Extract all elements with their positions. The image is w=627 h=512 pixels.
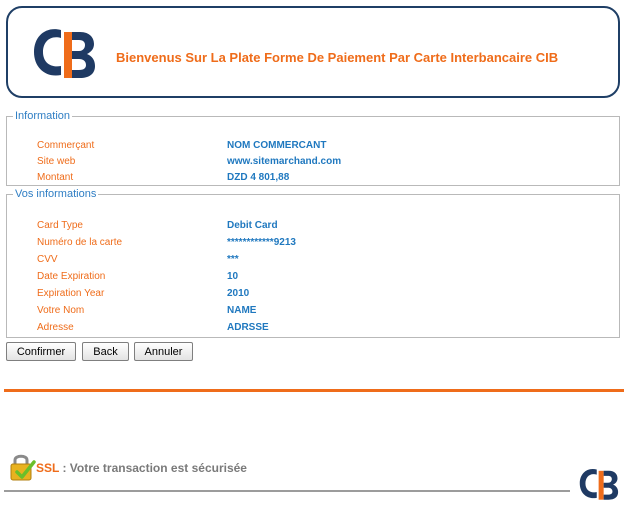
cvv-value: *** <box>227 254 239 265</box>
card-type-value: Debit Card <box>227 220 278 231</box>
card-number-value: ************9213 <box>227 237 296 248</box>
gray-divider <box>4 490 570 492</box>
name-label: Votre Nom <box>37 305 85 316</box>
orange-divider <box>4 389 624 392</box>
address-label: Adresse <box>37 322 74 333</box>
info-label: Commerçant <box>37 140 95 151</box>
ssl-message: SSL : Votre transaction est sécurisée <box>36 461 247 475</box>
cancel-button[interactable]: Annuler <box>134 342 193 361</box>
expiration-year-label: Expiration Year <box>37 288 105 299</box>
expiration-date-label: Date Expiration <box>37 271 106 282</box>
padlock-check-icon <box>10 454 36 481</box>
info-label: Montant <box>37 172 74 183</box>
vos-informations-legend: Vos informations <box>15 188 97 200</box>
name-value: NAME <box>227 305 257 316</box>
cib-logo-small <box>579 468 619 500</box>
info-value: www.sitemarchand.com <box>227 156 342 167</box>
cvv-label: CVV <box>37 254 58 265</box>
back-button[interactable]: Back <box>82 342 129 361</box>
welcome-title: Bienvenus Sur La Plate Forme De Paiement… <box>116 50 559 65</box>
header-banner: Bienvenus Sur La Plate Forme De Paiement… <box>6 6 620 98</box>
information-section: Information Commerçant NOM COMMERCANT Si… <box>6 110 620 186</box>
info-label: Site web <box>37 156 76 167</box>
info-value: NOM COMMERCANT <box>227 140 327 151</box>
ssl-message-text: : Votre transaction est sécurisée <box>59 461 247 475</box>
information-legend: Information <box>15 110 71 122</box>
card-number-label: Numéro de la carte <box>37 237 123 248</box>
expiration-year-value: 2010 <box>227 288 250 299</box>
card-type-label: Card Type <box>37 220 83 231</box>
vos-informations-section: Vos informations Card Type Debit Card Nu… <box>6 188 620 338</box>
info-value: DZD 4 801,88 <box>227 172 290 183</box>
address-value: ADRSSE <box>227 322 269 333</box>
expiration-date-value: 10 <box>227 271 239 282</box>
ssl-label: SSL <box>36 461 60 475</box>
cib-logo <box>34 29 95 78</box>
confirm-button[interactable]: Confirmer <box>6 342 76 361</box>
